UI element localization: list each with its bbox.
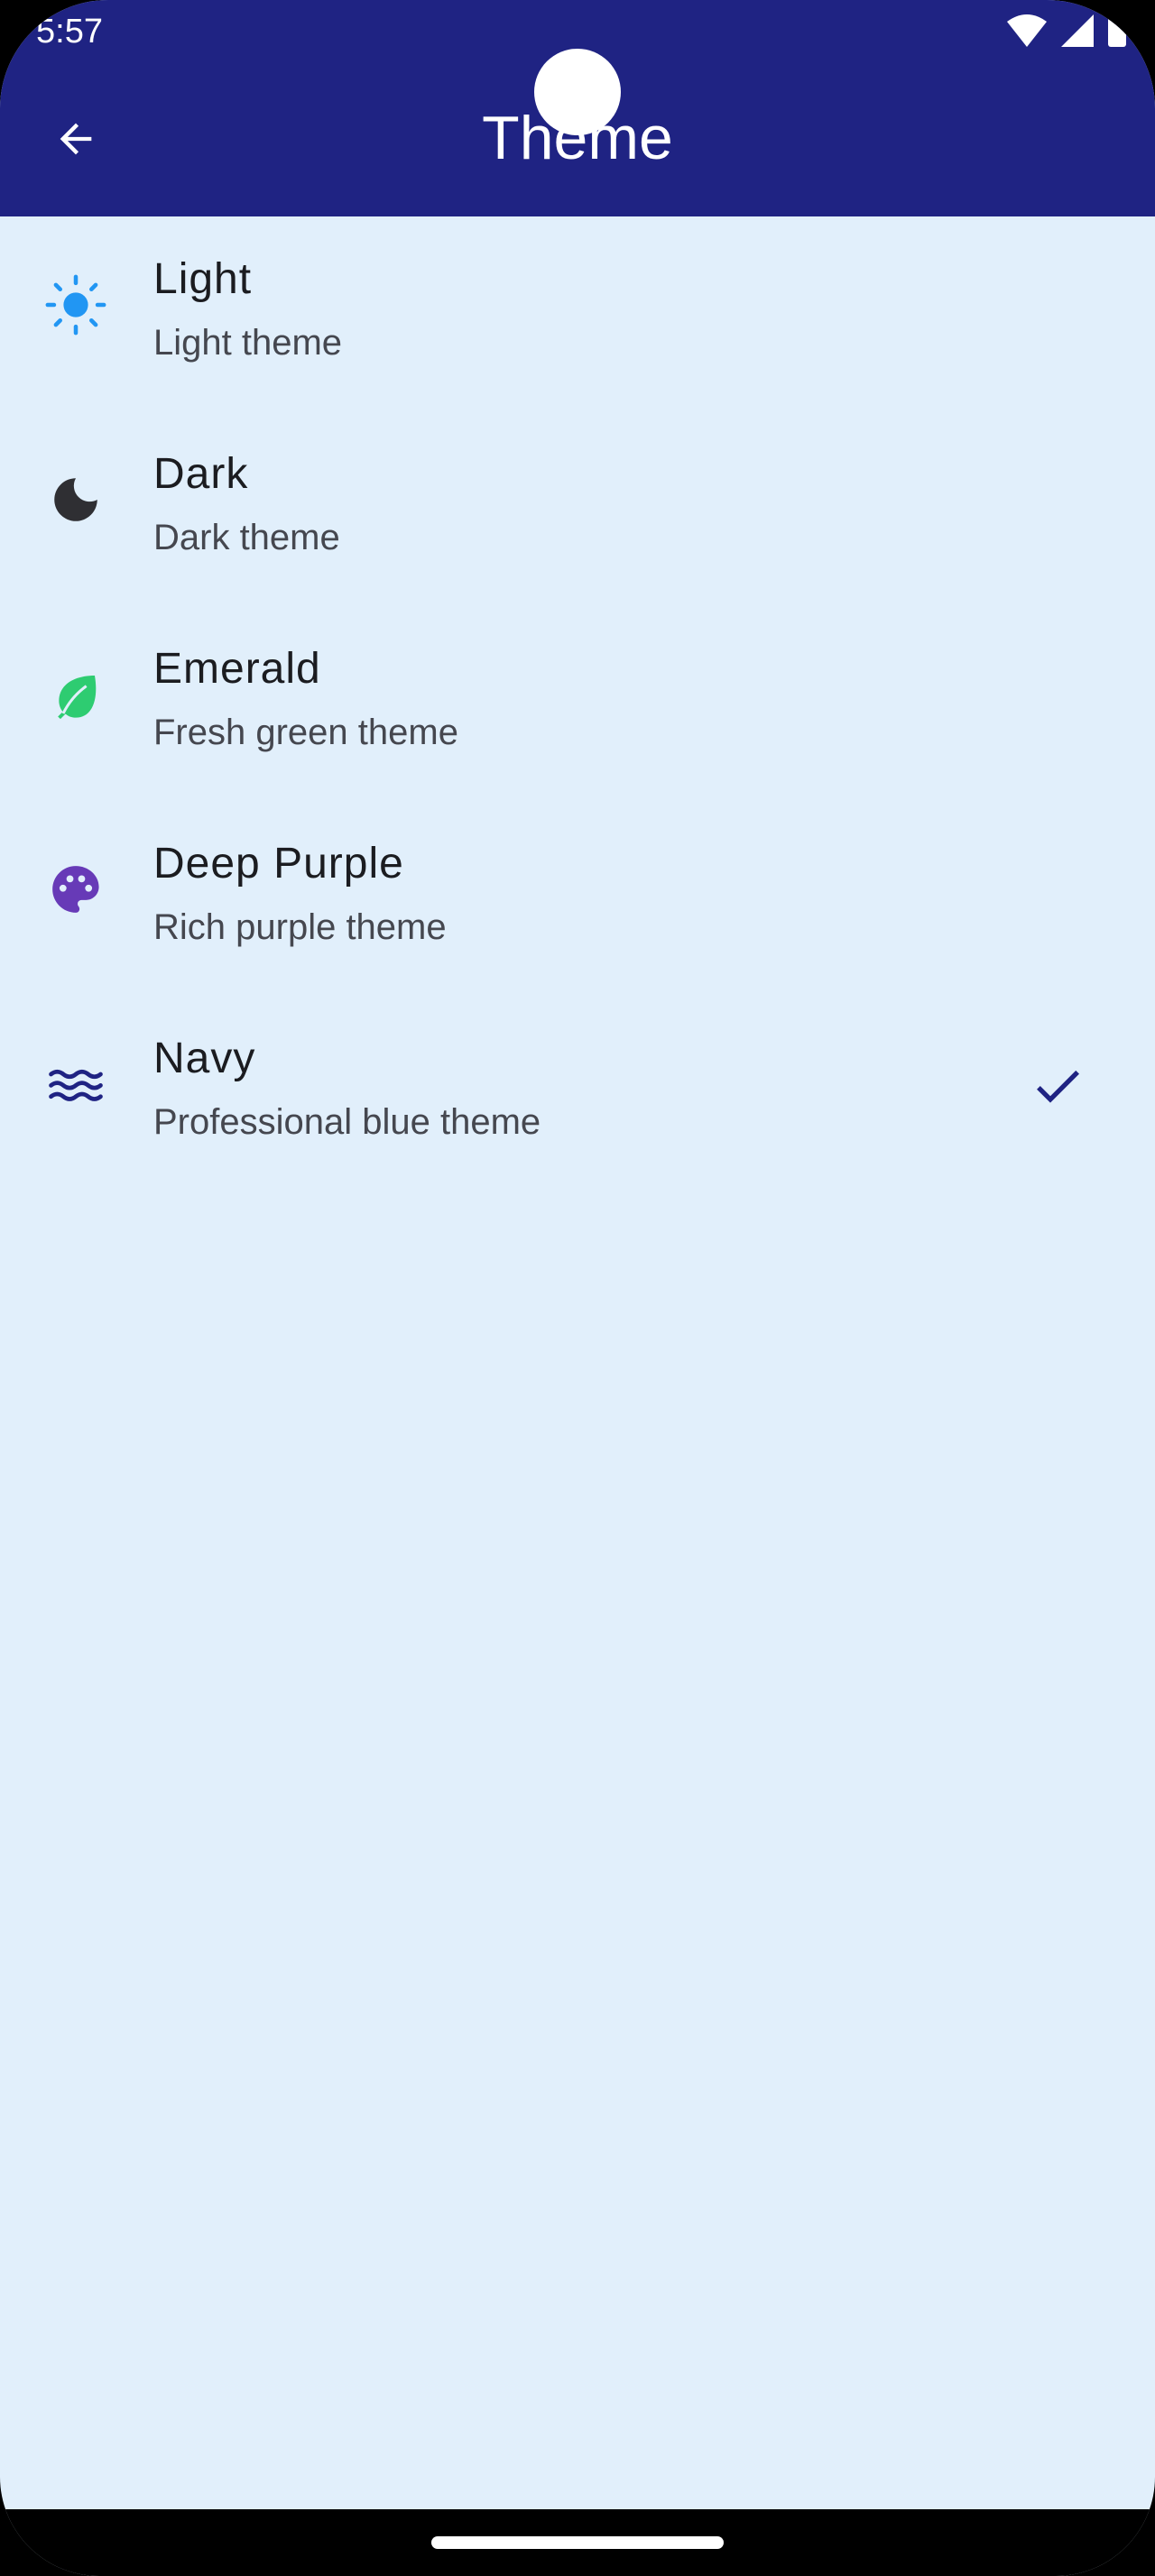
theme-description: Dark theme [153,518,340,557]
theme-item-light[interactable]: Light Light theme [0,216,1155,411]
moon-icon [43,467,108,532]
theme-list: Light Light theme Dark Dark theme Emeral… [0,216,1155,1191]
signal-icon [1061,14,1094,47]
home-indicator[interactable] [431,2536,724,2549]
wifi-icon [1007,14,1047,47]
app-bar: 5:57 Theme [0,0,1155,216]
palette-icon [43,857,108,922]
status-time: 5:57 [36,13,103,51]
status-icons [1005,13,1128,49]
battery-icon [1108,16,1126,47]
page-title: Theme [482,104,673,172]
theme-label: Emerald [153,645,321,693]
theme-item-dark[interactable]: Dark Dark theme [0,411,1155,606]
theme-label: Light [153,255,253,303]
theme-item-emerald[interactable]: Emerald Fresh green theme [0,606,1155,801]
sun-icon [43,272,108,337]
theme-item-navy[interactable]: Navy Professional blue theme [0,996,1155,1191]
theme-description: Rich purple theme [153,907,447,947]
phone-screen: 5:57 Theme Light Light theme Dark Dark t… [0,0,1155,2576]
theme-description: Fresh green theme [153,713,458,752]
theme-description: Light theme [153,323,343,363]
theme-label: Deep Purple [153,840,404,888]
theme-label: Navy [153,1035,256,1082]
theme-label: Dark [153,450,249,498]
check-icon [1037,1070,1079,1103]
theme-item-deep-purple[interactable]: Deep Purple Rich purple theme [0,801,1155,996]
leaf-icon [43,662,108,727]
theme-description: Professional blue theme [153,1102,541,1142]
waves-icon [43,1052,108,1117]
